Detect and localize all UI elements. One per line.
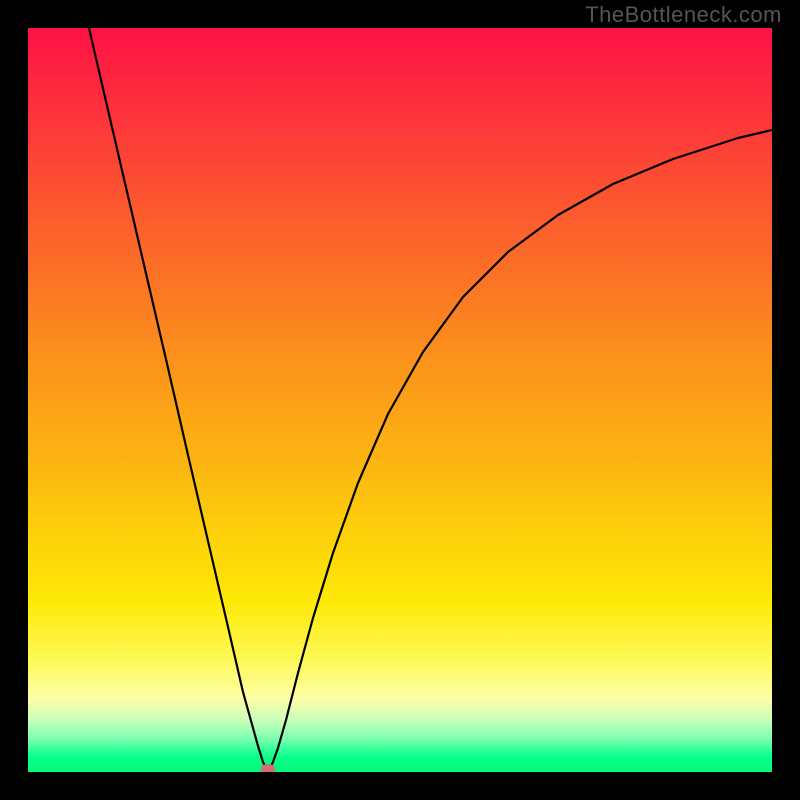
curve-minimum-marker [261,764,276,772]
chart-frame: TheBottleneck.com [0,0,800,800]
bottleneck-curve [28,28,772,772]
plot-area [28,28,772,772]
watermark-label: TheBottleneck.com [585,2,782,28]
